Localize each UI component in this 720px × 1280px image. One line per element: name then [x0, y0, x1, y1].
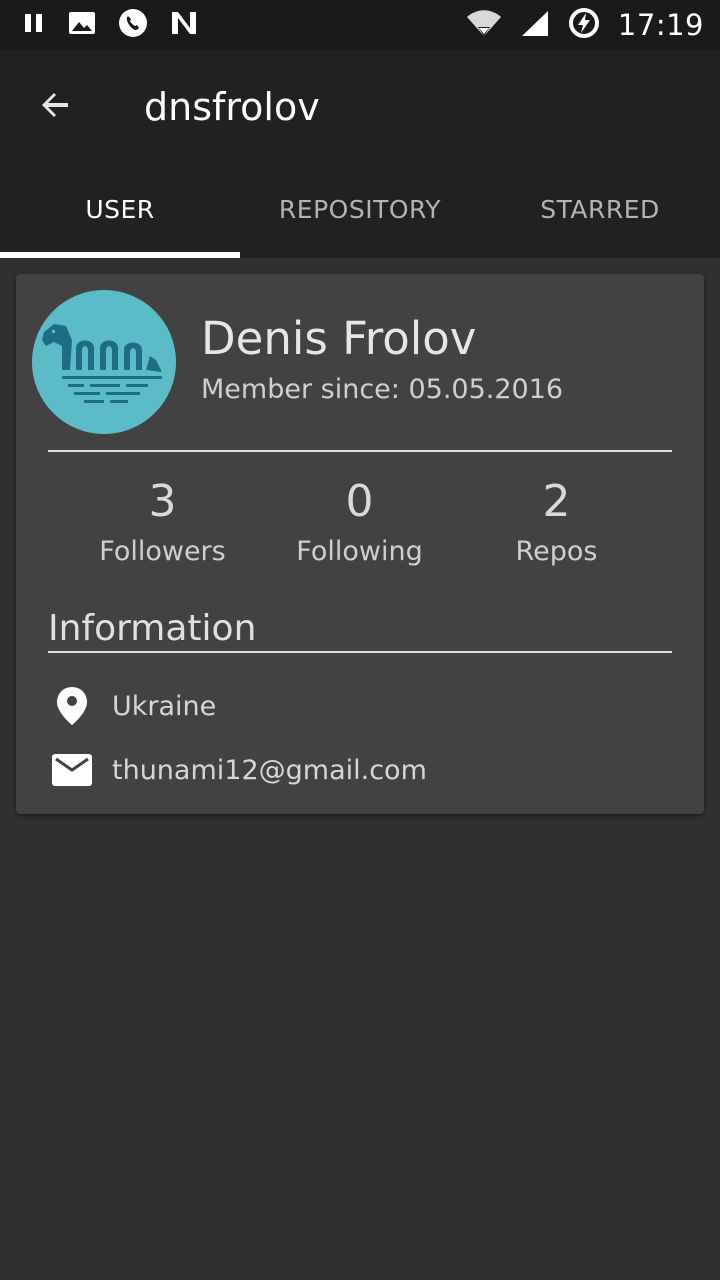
information-title: Information [48, 608, 257, 649]
toolbar-title: dnsfrolov [144, 85, 320, 129]
status-time: 17:19 [617, 8, 704, 42]
avatar [32, 290, 176, 434]
following-label: Following [296, 536, 423, 567]
location-pin-icon [48, 682, 96, 730]
wifi-icon [466, 9, 502, 41]
email-row[interactable]: thunami12@gmail.com [48, 746, 427, 794]
user-name: Denis Frolov [201, 312, 477, 365]
information-divider [48, 651, 672, 653]
stats-row: 3 Followers 0 Following 2 Repos [64, 474, 656, 584]
back-button[interactable] [16, 67, 96, 147]
n-logo-icon [170, 10, 198, 40]
image-icon [68, 10, 96, 40]
pause-icon [22, 11, 46, 39]
member-since: Member since: 05.05.2016 [201, 374, 564, 405]
following-count: 0 [345, 476, 374, 527]
followers-label: Followers [99, 536, 226, 567]
battery-charging-icon [568, 7, 600, 43]
stat-repos[interactable]: 2 Repos [458, 474, 655, 584]
status-left-icons [22, 8, 220, 42]
status-right-icons: 17:19 [448, 7, 704, 43]
profile-card: Denis Frolov Member since: 05.05.2016 3 … [16, 274, 704, 814]
toolbar: dnsfrolov [0, 50, 720, 164]
arrow-back-icon [38, 87, 74, 127]
tab-user[interactable]: USER [0, 164, 240, 258]
status-bar: 17:19 [0, 0, 720, 50]
signal-icon [520, 9, 550, 41]
stat-followers[interactable]: 3 Followers [64, 474, 261, 584]
repos-count: 2 [542, 476, 571, 527]
repos-label: Repos [515, 536, 598, 567]
email-icon [48, 746, 96, 794]
phone-call-icon [118, 8, 148, 42]
profile-divider [48, 450, 672, 452]
sea-serpent-avatar-icon [32, 290, 176, 434]
followers-count: 3 [148, 476, 177, 527]
location-text: Ukraine [112, 690, 217, 722]
tab-bar: USER REPOSITORY STARRED [0, 164, 720, 258]
tab-repository[interactable]: REPOSITORY [240, 164, 480, 258]
email-text[interactable]: thunami12@gmail.com [112, 755, 427, 786]
stat-following[interactable]: 0 Following [261, 474, 458, 584]
tab-starred[interactable]: STARRED [480, 164, 720, 258]
location-row: Ukraine [48, 682, 216, 730]
